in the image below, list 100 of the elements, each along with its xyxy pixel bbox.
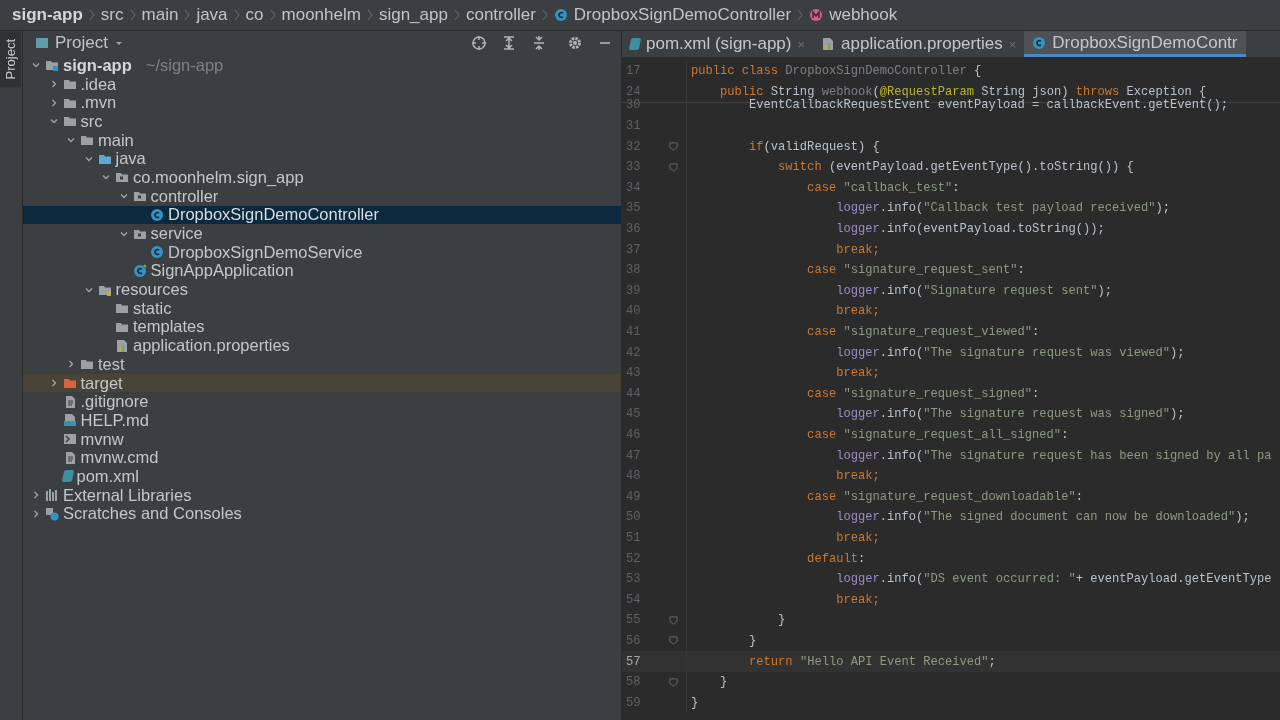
line-number: 50 (625, 510, 642, 525)
fold-icon[interactable] (668, 677, 678, 687)
line-number: 46 (625, 428, 642, 442)
fold-icon[interactable] (668, 636, 678, 646)
terminal-file-icon (62, 432, 77, 447)
line-number: 40 (625, 304, 642, 319)
tree-item[interactable]: SignAppApplication (23, 261, 621, 281)
tree-item[interactable]: sign-app ~/sign-app (23, 56, 621, 75)
line-number: 49 (625, 489, 642, 504)
line-number: 38 (625, 263, 642, 278)
code-line: logger.info(eventPayload.toString()); (835, 222, 1105, 237)
editor-tab[interactable]: pom.xml (sign-app) × (622, 31, 814, 57)
line-number: 41 (625, 325, 642, 339)
breadcrumb[interactable]: main (141, 5, 179, 25)
fold-icon[interactable] (668, 615, 678, 625)
tree-item[interactable]: test (23, 355, 621, 374)
tree-item[interactable]: .gitignore (23, 392, 621, 412)
tree-item[interactable]: DropboxSignDemoService (23, 242, 621, 262)
line-number: 30 (625, 98, 642, 113)
maven-icon (628, 38, 642, 50)
class-icon (553, 8, 568, 22)
chevron-right-icon (233, 8, 240, 22)
code-line: } (719, 675, 728, 690)
line-number: 42 (625, 345, 642, 360)
project-side-tab[interactable]: Project (0, 31, 21, 88)
line-number: 55 (625, 613, 642, 628)
line-number: 58 (625, 675, 642, 690)
breadcrumb[interactable]: co (245, 5, 264, 25)
line-number: 17 (625, 64, 642, 79)
tree-item[interactable]: External Libraries (23, 485, 621, 505)
editor-tab[interactable]: DropboxSignDemoContr (1024, 31, 1246, 57)
line-number: 34 (625, 180, 642, 195)
tree-item[interactable]: templates (23, 317, 621, 337)
line-number: 44 (625, 386, 642, 401)
tree-item[interactable]: resources (23, 280, 621, 299)
settings-icon[interactable] (567, 35, 583, 51)
collapse-all-icon[interactable] (531, 35, 547, 51)
method-icon (809, 8, 824, 22)
line-number: 24 (625, 84, 642, 99)
tree-item[interactable]: Scratches and Consoles (23, 504, 621, 524)
fold-icon[interactable] (668, 162, 678, 172)
breadcrumb[interactable]: webhook (829, 5, 898, 25)
line-number: 33 (625, 160, 642, 175)
chevron-right-icon[interactable] (31, 490, 41, 501)
line-number: 48 (625, 469, 642, 484)
breadcrumb[interactable]: src (100, 5, 124, 25)
tree-item[interactable]: pom.xml (23, 467, 621, 486)
path-hint: ~/sign-app (145, 55, 224, 75)
code-line: } (777, 613, 786, 628)
code-line: case "signature_request_signed": (806, 386, 1040, 401)
breadcrumb[interactable]: java (196, 5, 228, 25)
panel-title[interactable]: Project (55, 33, 108, 53)
breadcrumb[interactable]: moonhelm (281, 5, 361, 25)
chevron-right-icon (366, 8, 373, 22)
code-line: break; (835, 469, 880, 484)
code-line: logger.info("The signature request was viewed"); (835, 345, 1185, 360)
tree-item[interactable]: .mvn (23, 93, 621, 113)
breadcrumb[interactable]: sign-app (12, 5, 83, 25)
tree-item[interactable]: co.moonhelm.sign_app (23, 168, 621, 187)
line-number: 36 (625, 222, 642, 237)
locate-icon[interactable] (471, 35, 487, 51)
breadcrumb[interactable]: sign_app (378, 5, 448, 25)
code-line: EventCallbackRequestEvent eventPayload = callbackEvent.getEvent(); (748, 98, 1229, 113)
folder-icon (132, 189, 147, 204)
tree-item[interactable]: application.properties (23, 336, 621, 355)
line-number: 37 (625, 242, 642, 257)
tree-item[interactable]: src (23, 112, 621, 131)
tree-item[interactable]: HELP.md (23, 411, 621, 430)
tree-item[interactable]: static (23, 298, 621, 318)
tree-item[interactable]: java (23, 149, 621, 169)
chevron-right-icon (269, 8, 276, 22)
folder-icon (115, 170, 129, 185)
chevron-right-icon[interactable] (66, 359, 76, 370)
folder-icon (80, 357, 94, 372)
code-line: case "signature_request_viewed": (806, 325, 1040, 339)
breadcrumb[interactable]: DropboxSignDemoController (573, 5, 792, 25)
expand-all-icon[interactable] (501, 35, 517, 51)
tree-item[interactable]: .idea (23, 74, 621, 94)
code-line: return "Hello API Event Received"; (748, 654, 996, 669)
line-number: 35 (625, 201, 642, 216)
tree-item[interactable]: mvnw (23, 429, 621, 449)
tree-item[interactable]: mvnw.cmd (23, 448, 621, 468)
chevron-right-icon[interactable] (31, 508, 41, 519)
tree-item[interactable]: target (23, 373, 621, 393)
chevron-right-icon (797, 8, 804, 22)
fold-icon[interactable] (668, 142, 678, 152)
editor-tab[interactable]: application.properties × (813, 31, 1025, 57)
code-line: break; (835, 304, 880, 319)
code-line: case "signature_request_all_signed": (806, 428, 1069, 442)
chevron-right-icon (453, 8, 460, 22)
tree-item[interactable]: DropboxSignDemoController (23, 205, 621, 225)
tree-item[interactable]: controller (23, 186, 621, 206)
code-line: break; (835, 592, 880, 607)
line-number: 45 (625, 407, 642, 422)
tree-item[interactable]: main (23, 130, 621, 150)
maven-icon (61, 470, 74, 483)
markdown-file-icon (62, 413, 77, 428)
breadcrumb[interactable]: controller (465, 5, 536, 25)
tree-item[interactable]: service (23, 224, 621, 243)
line-number: 51 (625, 530, 642, 545)
